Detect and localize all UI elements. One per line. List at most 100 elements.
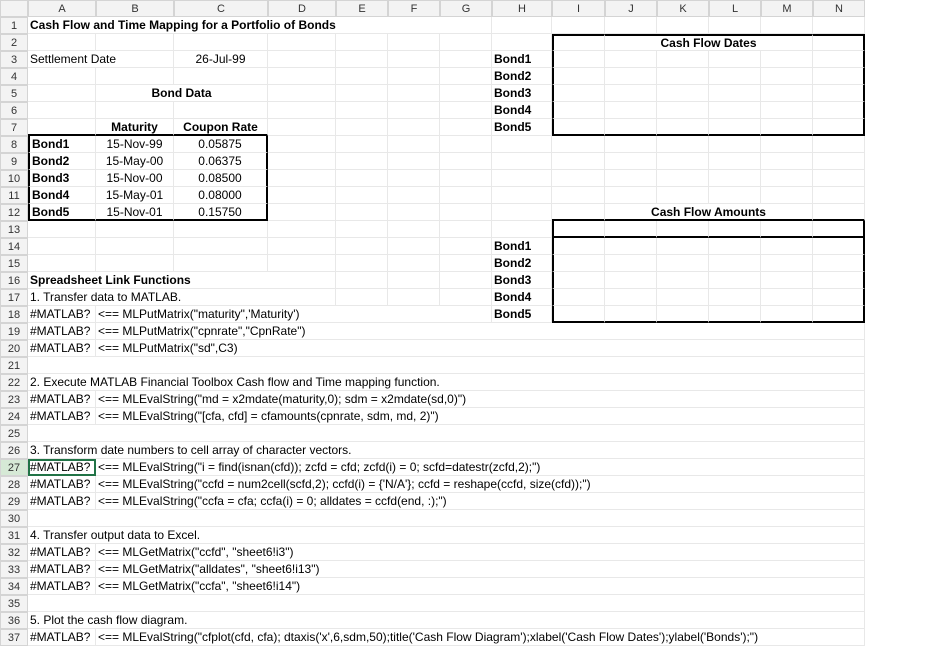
cell-G3[interactable] — [440, 51, 492, 68]
cell-B9[interactable]: 15-May-00 — [96, 153, 174, 170]
cell-G15[interactable] — [440, 255, 492, 272]
cell-J1[interactable] — [605, 17, 657, 34]
cell-A13[interactable] — [28, 221, 96, 238]
row-header-13[interactable]: 13 — [0, 221, 28, 238]
cell-H2[interactable] — [492, 34, 552, 51]
cell-C15[interactable] — [174, 255, 268, 272]
cell-I6[interactable] — [552, 102, 605, 119]
cell-M7[interactable] — [761, 119, 813, 136]
cell-G5[interactable] — [440, 85, 492, 102]
cell-G10[interactable] — [440, 170, 492, 187]
cell-A6[interactable] — [28, 102, 96, 119]
row-header-15[interactable]: 15 — [0, 255, 28, 272]
row-header-33[interactable]: 33 — [0, 561, 28, 578]
cell-B10[interactable]: 15-Nov-00 — [96, 170, 174, 187]
col-header-N[interactable]: N — [813, 0, 865, 17]
cell-L11[interactable] — [709, 187, 761, 204]
cell-G9[interactable] — [440, 153, 492, 170]
row-header-14[interactable]: 14 — [0, 238, 28, 255]
cell-B13[interactable] — [96, 221, 174, 238]
cell-K8[interactable] — [657, 136, 709, 153]
cell-A4[interactable] — [28, 68, 96, 85]
cell-J10[interactable] — [605, 170, 657, 187]
cell-H5[interactable]: Bond3 — [492, 85, 552, 102]
cell-D12[interactable] — [268, 204, 336, 221]
cell-K10[interactable] — [657, 170, 709, 187]
cell-N10[interactable] — [813, 170, 865, 187]
col-header-J[interactable]: J — [605, 0, 657, 17]
select-all-corner[interactable] — [0, 0, 28, 17]
cell-F8[interactable] — [388, 136, 440, 153]
col-header-A[interactable]: A — [28, 0, 96, 17]
cell-K11[interactable] — [657, 187, 709, 204]
cell-K1[interactable] — [657, 17, 709, 34]
cell-N14[interactable] — [813, 238, 865, 255]
cf-amounts-title-right[interactable] — [813, 204, 865, 221]
row-header-31[interactable]: 31 — [0, 527, 28, 544]
cell-A14[interactable] — [28, 238, 96, 255]
cell-B6[interactable] — [96, 102, 174, 119]
cell-M4[interactable] — [761, 68, 813, 85]
cell-N13[interactable] — [813, 221, 865, 238]
cell-G12[interactable] — [440, 204, 492, 221]
cell-D15[interactable] — [268, 255, 336, 272]
cell-J8[interactable] — [605, 136, 657, 153]
cell-B5[interactable]: Bond Data — [96, 85, 268, 102]
row-header-28[interactable]: 28 — [0, 476, 28, 493]
cell-I3[interactable] — [552, 51, 605, 68]
col-header-F[interactable]: F — [388, 0, 440, 17]
cell-I7[interactable] — [552, 119, 605, 136]
cell-G7[interactable] — [440, 119, 492, 136]
cell-E6[interactable] — [336, 102, 388, 119]
cell-A36[interactable]: 5. Plot the cash flow diagram. — [28, 612, 865, 629]
row-header-23[interactable]: 23 — [0, 391, 28, 408]
cell-B37[interactable]: <== MLEvalString("cfplot(cfd, cfa); dtax… — [96, 629, 865, 646]
cell-N7[interactable] — [813, 119, 865, 136]
cell-A33[interactable]: #MATLAB? — [28, 561, 96, 578]
row-header-10[interactable]: 10 — [0, 170, 28, 187]
cell-J4[interactable] — [605, 68, 657, 85]
cell-F12[interactable] — [388, 204, 440, 221]
cell-G2[interactable] — [440, 34, 492, 51]
cell-B24[interactable]: <== MLEvalString("[cfa, cfd] = cfamounts… — [96, 408, 865, 425]
row-header-32[interactable]: 32 — [0, 544, 28, 561]
row-header-29[interactable]: 29 — [0, 493, 28, 510]
cell-J6[interactable] — [605, 102, 657, 119]
row-header-11[interactable]: 11 — [0, 187, 28, 204]
row-header-16[interactable]: 16 — [0, 272, 28, 289]
col-header-I[interactable]: I — [552, 0, 605, 17]
cell-A8[interactable]: Bond1 — [28, 136, 96, 153]
cell-B34[interactable]: <== MLGetMatrix("ccfa", "sheet6!i14") — [96, 578, 865, 595]
cell-A31[interactable]: 4. Transfer output data to Excel. — [28, 527, 865, 544]
row-header-37[interactable]: 37 — [0, 629, 28, 646]
col-header-G[interactable]: G — [440, 0, 492, 17]
cell-K5[interactable] — [657, 85, 709, 102]
cell-M11[interactable] — [761, 187, 813, 204]
cell-D8[interactable] — [268, 136, 336, 153]
cell-N11[interactable] — [813, 187, 865, 204]
cell-K16[interactable] — [657, 272, 709, 289]
cell-I9[interactable] — [552, 153, 605, 170]
cell-A15[interactable] — [28, 255, 96, 272]
cell-B32[interactable]: <== MLGetMatrix("ccfd", "sheet6!i3") — [96, 544, 865, 561]
cell-A10[interactable]: Bond3 — [28, 170, 96, 187]
cell-E17[interactable] — [336, 289, 388, 306]
row-header-18[interactable]: 18 — [0, 306, 28, 323]
row-header-27[interactable]: 27 — [0, 459, 28, 476]
cell-M3[interactable] — [761, 51, 813, 68]
cell-L1[interactable] — [709, 17, 761, 34]
cell-C12[interactable]: 0.15750 — [174, 204, 268, 221]
cell-G13[interactable] — [440, 221, 492, 238]
cell-D9[interactable] — [268, 153, 336, 170]
cell-C7[interactable]: Coupon Rate — [174, 119, 268, 136]
cell-B19[interactable]: <== MLPutMatrix("cpnrate","CpnRate") — [96, 323, 865, 340]
cell-C2[interactable] — [174, 34, 268, 51]
cell-I1[interactable] — [552, 17, 605, 34]
cell-A27[interactable]: #MATLAB? — [28, 459, 96, 476]
cell-N4[interactable] — [813, 68, 865, 85]
cell-A21[interactable] — [28, 357, 865, 374]
row-header-9[interactable]: 9 — [0, 153, 28, 170]
cell-F17[interactable] — [388, 289, 440, 306]
cell-L7[interactable] — [709, 119, 761, 136]
cell-B20[interactable]: <== MLPutMatrix("sd",C3) — [96, 340, 865, 357]
